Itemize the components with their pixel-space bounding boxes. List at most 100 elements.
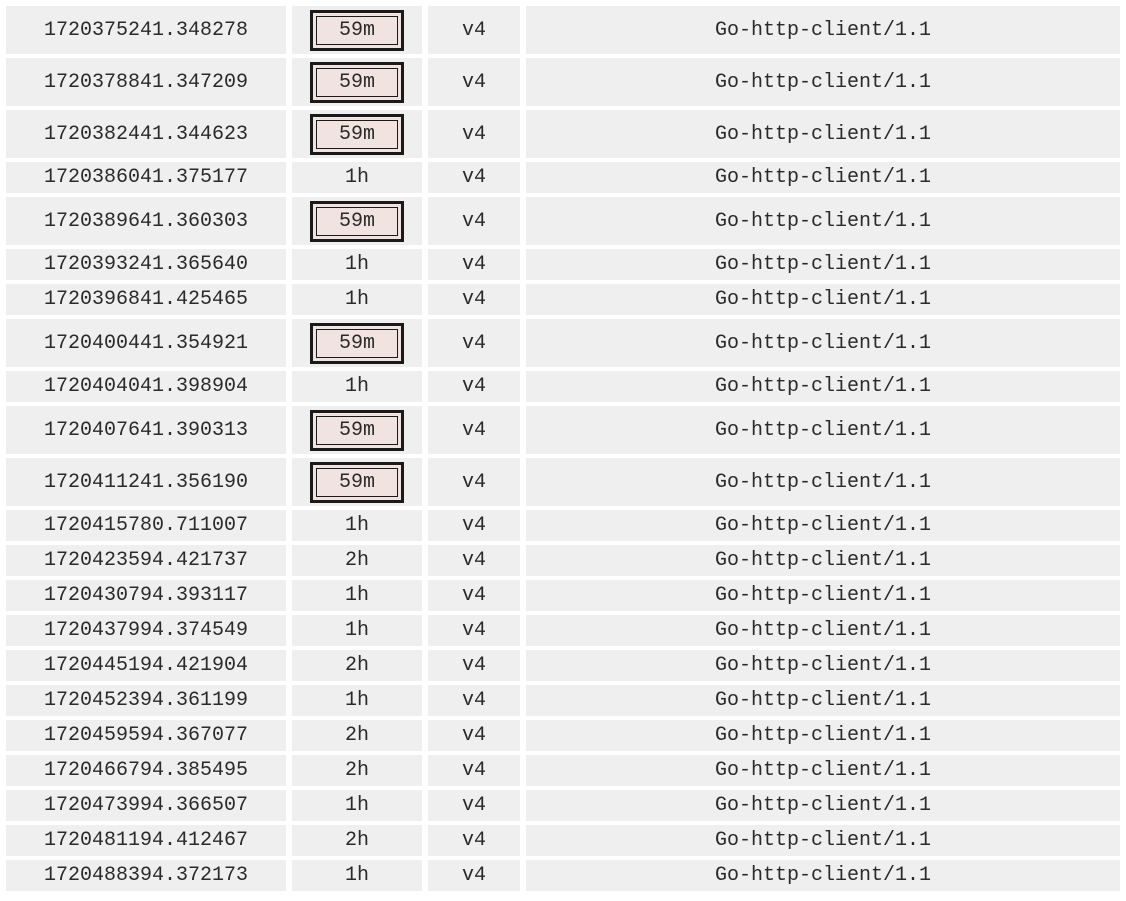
user-agent-cell: Go-http-client/1.1 [526,545,1120,576]
timestamp-cell: 1720459594.367077 [6,720,286,751]
table-row: 1720473994.3665071hv4Go-http-client/1.1 [6,790,1120,821]
log-table: 1720375241.34827859mv4Go-http-client/1.1… [6,6,1120,891]
duration-cell: 1h [292,284,422,315]
duration-cell: 1h [292,615,422,646]
duration-cell: 2h [292,545,422,576]
version-cell: v4 [428,371,520,402]
version-cell: v4 [428,406,520,454]
version-cell: v4 [428,615,520,646]
duration-value: 59m [316,68,398,97]
duration-value: 59m [316,416,398,445]
timestamp-cell: 1720375241.348278 [6,6,286,54]
version-cell: v4 [428,197,520,245]
user-agent-cell: Go-http-client/1.1 [526,197,1120,245]
version-cell: v4 [428,685,520,716]
user-agent-cell: Go-http-client/1.1 [526,685,1120,716]
user-agent-cell: Go-http-client/1.1 [526,755,1120,786]
version-cell: v4 [428,860,520,891]
table-row: 1720488394.3721731hv4Go-http-client/1.1 [6,860,1120,891]
duration-value: 59m [316,468,398,497]
table-row: 1720445194.4219042hv4Go-http-client/1.1 [6,650,1120,681]
duration-cell: 2h [292,720,422,751]
user-agent-cell: Go-http-client/1.1 [526,284,1120,315]
timestamp-cell: 1720430794.393117 [6,580,286,611]
user-agent-cell: Go-http-client/1.1 [526,825,1120,856]
timestamp-cell: 1720473994.366507 [6,790,286,821]
timestamp-cell: 1720382441.344623 [6,110,286,158]
timestamp-cell: 1720488394.372173 [6,860,286,891]
duration-cell: 1h [292,510,422,541]
duration-cell: 59m [292,110,422,158]
version-cell: v4 [428,720,520,751]
timestamp-cell: 1720452394.361199 [6,685,286,716]
version-cell: v4 [428,249,520,280]
table-row: 1720404041.3989041hv4Go-http-client/1.1 [6,371,1120,402]
timestamp-cell: 1720396841.425465 [6,284,286,315]
duration-highlight-box: 59m [310,114,404,155]
timestamp-cell: 1720481194.412467 [6,825,286,856]
user-agent-cell: Go-http-client/1.1 [526,58,1120,106]
table-row: 1720437994.3745491hv4Go-http-client/1.1 [6,615,1120,646]
timestamp-cell: 1720404041.398904 [6,371,286,402]
duration-cell: 1h [292,685,422,716]
duration-cell: 1h [292,371,422,402]
duration-cell: 59m [292,58,422,106]
user-agent-cell: Go-http-client/1.1 [526,406,1120,454]
duration-cell: 59m [292,319,422,367]
version-cell: v4 [428,755,520,786]
timestamp-cell: 1720386041.375177 [6,162,286,193]
table-row: 1720375241.34827859mv4Go-http-client/1.1 [6,6,1120,54]
table-row: 1720389641.360303 59m v4Go-http-client/1.1 [6,197,1120,245]
table-row: 1720382441.344623 59m v4Go-http-client/1.1 [6,110,1120,158]
timestamp-cell: 1720445194.421904 [6,650,286,681]
user-agent-cell: Go-http-client/1.1 [526,790,1120,821]
user-agent-cell: Go-http-client/1.1 [526,162,1120,193]
duration-cell: 1h [292,790,422,821]
user-agent-cell: Go-http-client/1.1 [526,860,1120,891]
duration-cell: 2h [292,825,422,856]
duration-value: 59m [316,207,398,236]
duration-value: 59m [316,329,398,358]
timestamp-cell: 1720389641.360303 [6,197,286,245]
duration-value: 59m [316,16,398,45]
user-agent-cell: Go-http-client/1.1 [526,6,1120,54]
version-cell: v4 [428,162,520,193]
duration-cell: 1h [292,580,422,611]
user-agent-cell: Go-http-client/1.1 [526,110,1120,158]
duration-cell: 2h [292,650,422,681]
table-row: 1720378841.34720959mv4Go-http-client/1.1 [6,58,1120,106]
version-cell: v4 [428,510,520,541]
table-row: 1720411241.35619059mv4Go-http-client/1.1 [6,458,1120,506]
timestamp-cell: 1720407641.390313 [6,406,286,454]
duration-cell: 59m [292,458,422,506]
user-agent-cell: Go-http-client/1.1 [526,650,1120,681]
table-row: 1720415780.7110071hv4Go-http-client/1.1 [6,510,1120,541]
version-cell: v4 [428,458,520,506]
version-cell: v4 [428,110,520,158]
timestamp-cell: 1720423594.421737 [6,545,286,576]
timestamp-cell: 1720437994.374549 [6,615,286,646]
timestamp-cell: 1720393241.365640 [6,249,286,280]
user-agent-cell: Go-http-client/1.1 [526,720,1120,751]
version-cell: v4 [428,319,520,367]
version-cell: v4 [428,790,520,821]
duration-cell: 59m [292,197,422,245]
user-agent-cell: Go-http-client/1.1 [526,371,1120,402]
user-agent-cell: Go-http-client/1.1 [526,249,1120,280]
table-row: 1720459594.3670772hv4Go-http-client/1.1 [6,720,1120,751]
user-agent-cell: Go-http-client/1.1 [526,510,1120,541]
duration-highlight-box: 59m [310,323,404,364]
table-row: 1720466794.3854952hv4Go-http-client/1.1 [6,755,1120,786]
version-cell: v4 [428,580,520,611]
version-cell: v4 [428,825,520,856]
table-row: 1720400441.35492159mv4Go-http-client/1.1 [6,319,1120,367]
table-row: 1720386041.3751771hv4Go-http-client/1.1 [6,162,1120,193]
table-row: 1720396841.4254651hv4Go-http-client/1.1 [6,284,1120,315]
timestamp-cell: 1720411241.356190 [6,458,286,506]
duration-cell: 1h [292,860,422,891]
table-row: 1720481194.4124672hv4Go-http-client/1.1 [6,825,1120,856]
timestamp-cell: 1720400441.354921 [6,319,286,367]
table-row: 1720430794.3931171hv4Go-http-client/1.1 [6,580,1120,611]
table-row: 1720452394.3611991hv4Go-http-client/1.1 [6,685,1120,716]
timestamp-cell: 1720415780.711007 [6,510,286,541]
